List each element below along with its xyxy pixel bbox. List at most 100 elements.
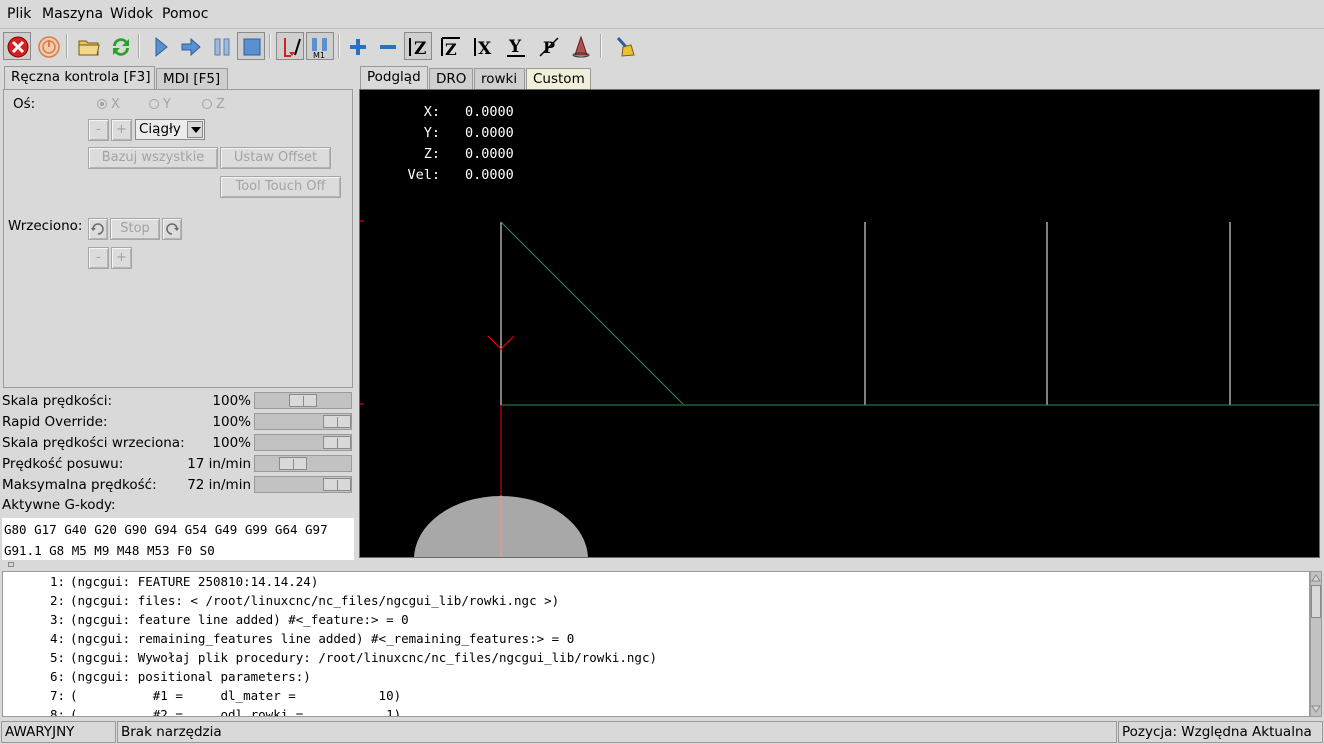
view-z2-letter: Z xyxy=(445,40,457,59)
axis-y-radio[interactable]: Y xyxy=(149,97,171,112)
view-z-button[interactable]: Z xyxy=(404,32,432,60)
tab-rowki[interactable]: rowki xyxy=(474,68,525,90)
step-button[interactable] xyxy=(176,32,204,60)
stop-button[interactable] xyxy=(237,32,265,60)
rapid-override-row: Rapid Override: 100% xyxy=(2,413,352,432)
toolbar-separator xyxy=(66,34,68,58)
power-button[interactable] xyxy=(34,32,62,60)
slider-handle[interactable] xyxy=(323,478,351,491)
jog-plus-button[interactable]: + xyxy=(111,119,132,141)
reload-button[interactable] xyxy=(106,32,134,60)
tab-dro[interactable]: DRO xyxy=(429,68,473,90)
line-text: (ngcgui: positional parameters:) xyxy=(70,669,311,684)
jog-minus-button[interactable]: - xyxy=(88,119,109,141)
slider-handle[interactable] xyxy=(323,415,351,428)
list-item[interactable]: 8: ( #2 = odl_rowki = 1) xyxy=(3,707,402,717)
spindle-plus-button[interactable]: + xyxy=(111,247,132,269)
list-item[interactable]: 2: (ngcgui: files: < /root/linuxcnc/nc_fi… xyxy=(3,593,559,608)
spindle-label: Wrzeciono: xyxy=(8,218,83,234)
spindle-forward-button[interactable] xyxy=(162,218,182,240)
list-item[interactable]: 1: (ngcgui: FEATURE 250810:14.14.24) xyxy=(3,574,318,589)
list-item[interactable]: 6: (ngcgui: positional parameters:) xyxy=(3,669,311,684)
view-z2-button[interactable]: Z xyxy=(436,32,464,60)
slider-handle[interactable] xyxy=(323,436,351,449)
list-item[interactable]: 4: (ngcgui: remaining_features line added… xyxy=(3,631,574,646)
view-y-button[interactable]: Y xyxy=(501,32,529,60)
slider-label: Skala prędkości wrzeciona: xyxy=(2,435,185,451)
tab-custom[interactable]: Custom xyxy=(526,68,591,90)
spindle-reverse-button[interactable] xyxy=(88,218,108,240)
menu-bar: Plik Maszyna Widok Pomoc xyxy=(0,0,1324,29)
gcode-listing[interactable]: 1: (ngcgui: FEATURE 250810:14.14.24) 2: (n… xyxy=(2,571,1310,717)
spindle-stop-button[interactable]: Stop xyxy=(110,218,160,240)
toolbar-separator xyxy=(138,34,140,58)
toolpath-preview[interactable]: X: 0.0000 Y: 0.0000 Z: 0.0000 Vel: 0.000… xyxy=(359,89,1320,558)
log-scrollbar[interactable] xyxy=(1310,571,1322,717)
run-button[interactable] xyxy=(146,32,174,60)
slider-label: Maksymalna prędkość: xyxy=(2,477,157,493)
home-all-button[interactable]: Bazuj wszystkie xyxy=(88,147,218,169)
scroll-up-icon[interactable] xyxy=(1311,573,1321,583)
estop-button[interactable] xyxy=(3,32,31,60)
pause-button[interactable] xyxy=(207,32,235,60)
line-number: 1: xyxy=(49,574,65,589)
block-delete-button[interactable] xyxy=(276,32,304,60)
menu-maszyna[interactable]: Maszyna xyxy=(42,6,103,22)
line-text: (ngcgui: feature line added) #<_feature:… xyxy=(70,612,409,627)
open-file-icon xyxy=(78,40,100,56)
pane-sash-handle[interactable] xyxy=(8,562,14,567)
list-item[interactable]: 3: (ngcgui: feature line added) #<_featur… xyxy=(3,612,409,627)
line-text: ( #2 = odl_rowki = 1) xyxy=(70,707,402,717)
slider-value: 17 in/min xyxy=(187,456,251,472)
jog-mode-value: Ciągły xyxy=(139,121,181,137)
spindle-ccw-icon xyxy=(91,223,104,235)
menu-pomoc[interactable]: Pomoc xyxy=(162,6,208,22)
scroll-thumb[interactable] xyxy=(1311,585,1321,618)
block-delete-icon xyxy=(284,38,301,57)
tab-preview[interactable]: Podgląd xyxy=(360,66,428,90)
slider-handle[interactable] xyxy=(289,394,317,407)
feed-override-row: Skala prędkości: 100% xyxy=(2,392,352,411)
tab-mdi[interactable]: MDI [F5] xyxy=(156,68,228,90)
spindle-override-slider[interactable] xyxy=(254,434,352,451)
jog-mode-select[interactable]: Ciągły xyxy=(135,119,205,140)
max-velocity-row: Maksymalna prędkość: 72 in/min xyxy=(2,476,352,495)
chevron-down-icon[interactable] xyxy=(187,121,203,138)
gcodes-line: G91.1 G8 M5 M9 M48 M53 F0 S0 xyxy=(4,543,215,558)
toolpath-canvas xyxy=(360,220,1319,557)
optional-stop-button[interactable]: M1 xyxy=(306,32,334,60)
open-file-button[interactable] xyxy=(74,32,102,60)
rapid-override-slider[interactable] xyxy=(254,413,352,430)
rotate-button[interactable] xyxy=(566,32,594,60)
axis-x-radio[interactable]: X xyxy=(97,97,120,112)
view-x-button[interactable]: X xyxy=(469,32,497,60)
list-item[interactable]: 5: (ngcgui: Wywołaj plik procedury: /root… xyxy=(3,650,657,665)
toolbar-separator xyxy=(269,34,271,58)
menu-plik[interactable]: Plik xyxy=(7,6,31,22)
view-p-button[interactable]: P xyxy=(534,32,562,60)
status-tool: Brak narzędzia xyxy=(117,721,1117,743)
stop-icon xyxy=(243,38,261,56)
zoom-in-button[interactable] xyxy=(343,32,371,60)
zoom-out-button[interactable] xyxy=(373,32,401,60)
feed-override-slider[interactable] xyxy=(254,392,352,409)
axis-z-radio[interactable]: Z xyxy=(202,97,225,112)
slider-handle[interactable] xyxy=(279,457,307,470)
m1-label: M1 xyxy=(313,51,325,59)
zoom-in-icon xyxy=(350,39,366,55)
menu-widok[interactable]: Widok xyxy=(110,6,153,22)
line-number: 8: xyxy=(49,707,65,717)
clear-plot-button[interactable] xyxy=(609,32,637,60)
line-number: 6: xyxy=(49,669,65,684)
set-offset-button[interactable]: Ustaw Offset xyxy=(220,147,331,169)
jog-speed-slider[interactable] xyxy=(254,455,352,472)
max-velocity-slider[interactable] xyxy=(254,476,352,493)
list-item[interactable]: 7: ( #1 = dl_mater = 10) xyxy=(3,688,401,703)
tool-touch-off-button[interactable]: Tool Touch Off xyxy=(220,176,341,198)
tab-manual-control[interactable]: Ręczna kontrola [F3] xyxy=(4,66,155,90)
view-z-letter: Z xyxy=(414,39,426,59)
scroll-down-icon[interactable] xyxy=(1311,704,1321,714)
view-x-letter: X xyxy=(478,39,492,59)
line-number: 5: xyxy=(49,650,65,665)
spindle-minus-button[interactable]: - xyxy=(88,247,109,269)
